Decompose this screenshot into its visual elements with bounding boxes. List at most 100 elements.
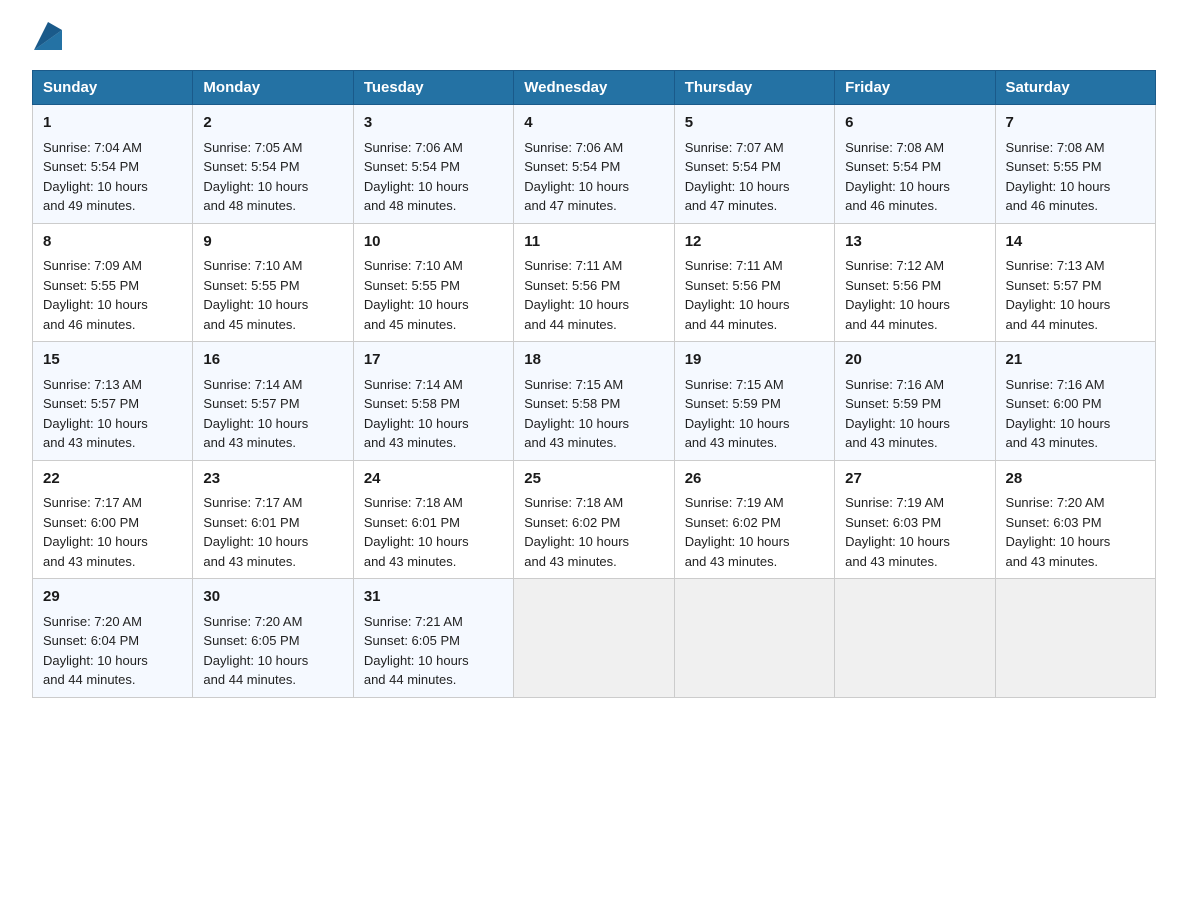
day-number: 14 (1006, 231, 1145, 254)
day-info: Sunrise: 7:08 AMSunset: 5:54 PMDaylight:… (845, 140, 950, 214)
day-info: Sunrise: 7:17 AMSunset: 6:00 PMDaylight:… (43, 495, 148, 569)
calendar-week-row: 29 Sunrise: 7:20 AMSunset: 6:04 PMDaylig… (33, 579, 1156, 698)
day-number: 16 (203, 349, 342, 372)
day-info: Sunrise: 7:19 AMSunset: 6:03 PMDaylight:… (845, 495, 950, 569)
day-number: 5 (685, 112, 824, 135)
calendar-cell (835, 579, 995, 698)
day-number: 12 (685, 231, 824, 254)
day-number: 10 (364, 231, 503, 254)
day-info: Sunrise: 7:19 AMSunset: 6:02 PMDaylight:… (685, 495, 790, 569)
page-header (32, 24, 1156, 52)
calendar-week-row: 1 Sunrise: 7:04 AMSunset: 5:54 PMDayligh… (33, 105, 1156, 224)
day-info: Sunrise: 7:07 AMSunset: 5:54 PMDaylight:… (685, 140, 790, 214)
calendar-cell: 26 Sunrise: 7:19 AMSunset: 6:02 PMDaylig… (674, 460, 834, 579)
day-info: Sunrise: 7:16 AMSunset: 6:00 PMDaylight:… (1006, 377, 1111, 451)
day-info: Sunrise: 7:20 AMSunset: 6:05 PMDaylight:… (203, 614, 308, 688)
day-info: Sunrise: 7:14 AMSunset: 5:57 PMDaylight:… (203, 377, 308, 451)
calendar-cell: 3 Sunrise: 7:06 AMSunset: 5:54 PMDayligh… (353, 105, 513, 224)
day-header-saturday: Saturday (995, 71, 1155, 105)
day-info: Sunrise: 7:14 AMSunset: 5:58 PMDaylight:… (364, 377, 469, 451)
day-info: Sunrise: 7:10 AMSunset: 5:55 PMDaylight:… (364, 258, 469, 332)
calendar-cell: 15 Sunrise: 7:13 AMSunset: 5:57 PMDaylig… (33, 342, 193, 461)
day-info: Sunrise: 7:15 AMSunset: 5:58 PMDaylight:… (524, 377, 629, 451)
day-info: Sunrise: 7:13 AMSunset: 5:57 PMDaylight:… (43, 377, 148, 451)
calendar-cell: 5 Sunrise: 7:07 AMSunset: 5:54 PMDayligh… (674, 105, 834, 224)
day-number: 7 (1006, 112, 1145, 135)
day-number: 11 (524, 231, 663, 254)
day-number: 2 (203, 112, 342, 135)
day-number: 6 (845, 112, 984, 135)
calendar-cell: 4 Sunrise: 7:06 AMSunset: 5:54 PMDayligh… (514, 105, 674, 224)
day-number: 31 (364, 586, 503, 609)
day-info: Sunrise: 7:17 AMSunset: 6:01 PMDaylight:… (203, 495, 308, 569)
calendar-cell: 12 Sunrise: 7:11 AMSunset: 5:56 PMDaylig… (674, 223, 834, 342)
day-number: 30 (203, 586, 342, 609)
calendar-cell: 22 Sunrise: 7:17 AMSunset: 6:00 PMDaylig… (33, 460, 193, 579)
calendar-cell: 7 Sunrise: 7:08 AMSunset: 5:55 PMDayligh… (995, 105, 1155, 224)
day-number: 23 (203, 468, 342, 491)
calendar-cell (995, 579, 1155, 698)
day-number: 13 (845, 231, 984, 254)
calendar-week-row: 15 Sunrise: 7:13 AMSunset: 5:57 PMDaylig… (33, 342, 1156, 461)
days-header-row: SundayMondayTuesdayWednesdayThursdayFrid… (33, 71, 1156, 105)
calendar-week-row: 8 Sunrise: 7:09 AMSunset: 5:55 PMDayligh… (33, 223, 1156, 342)
day-number: 1 (43, 112, 182, 135)
day-info: Sunrise: 7:21 AMSunset: 6:05 PMDaylight:… (364, 614, 469, 688)
day-number: 8 (43, 231, 182, 254)
calendar-cell: 25 Sunrise: 7:18 AMSunset: 6:02 PMDaylig… (514, 460, 674, 579)
day-info: Sunrise: 7:16 AMSunset: 5:59 PMDaylight:… (845, 377, 950, 451)
day-number: 9 (203, 231, 342, 254)
calendar-cell: 23 Sunrise: 7:17 AMSunset: 6:01 PMDaylig… (193, 460, 353, 579)
day-number: 29 (43, 586, 182, 609)
calendar-cell: 8 Sunrise: 7:09 AMSunset: 5:55 PMDayligh… (33, 223, 193, 342)
calendar-cell: 19 Sunrise: 7:15 AMSunset: 5:59 PMDaylig… (674, 342, 834, 461)
calendar-cell: 9 Sunrise: 7:10 AMSunset: 5:55 PMDayligh… (193, 223, 353, 342)
calendar-cell: 13 Sunrise: 7:12 AMSunset: 5:56 PMDaylig… (835, 223, 995, 342)
calendar-cell: 18 Sunrise: 7:15 AMSunset: 5:58 PMDaylig… (514, 342, 674, 461)
day-number: 28 (1006, 468, 1145, 491)
day-info: Sunrise: 7:20 AMSunset: 6:03 PMDaylight:… (1006, 495, 1111, 569)
day-number: 25 (524, 468, 663, 491)
calendar-table: SundayMondayTuesdayWednesdayThursdayFrid… (32, 70, 1156, 698)
calendar-cell: 10 Sunrise: 7:10 AMSunset: 5:55 PMDaylig… (353, 223, 513, 342)
day-number: 26 (685, 468, 824, 491)
calendar-cell: 27 Sunrise: 7:19 AMSunset: 6:03 PMDaylig… (835, 460, 995, 579)
day-number: 18 (524, 349, 663, 372)
day-header-tuesday: Tuesday (353, 71, 513, 105)
day-info: Sunrise: 7:13 AMSunset: 5:57 PMDaylight:… (1006, 258, 1111, 332)
calendar-cell: 1 Sunrise: 7:04 AMSunset: 5:54 PMDayligh… (33, 105, 193, 224)
day-number: 19 (685, 349, 824, 372)
day-number: 22 (43, 468, 182, 491)
day-number: 20 (845, 349, 984, 372)
calendar-cell: 2 Sunrise: 7:05 AMSunset: 5:54 PMDayligh… (193, 105, 353, 224)
calendar-cell: 28 Sunrise: 7:20 AMSunset: 6:03 PMDaylig… (995, 460, 1155, 579)
calendar-cell: 21 Sunrise: 7:16 AMSunset: 6:00 PMDaylig… (995, 342, 1155, 461)
day-header-friday: Friday (835, 71, 995, 105)
day-header-wednesday: Wednesday (514, 71, 674, 105)
day-info: Sunrise: 7:06 AMSunset: 5:54 PMDaylight:… (524, 140, 629, 214)
calendar-cell: 24 Sunrise: 7:18 AMSunset: 6:01 PMDaylig… (353, 460, 513, 579)
day-info: Sunrise: 7:12 AMSunset: 5:56 PMDaylight:… (845, 258, 950, 332)
day-info: Sunrise: 7:06 AMSunset: 5:54 PMDaylight:… (364, 140, 469, 214)
calendar-cell: 31 Sunrise: 7:21 AMSunset: 6:05 PMDaylig… (353, 579, 513, 698)
day-header-monday: Monday (193, 71, 353, 105)
logo (32, 24, 64, 52)
day-header-thursday: Thursday (674, 71, 834, 105)
day-number: 17 (364, 349, 503, 372)
day-number: 27 (845, 468, 984, 491)
day-info: Sunrise: 7:10 AMSunset: 5:55 PMDaylight:… (203, 258, 308, 332)
calendar-week-row: 22 Sunrise: 7:17 AMSunset: 6:00 PMDaylig… (33, 460, 1156, 579)
day-info: Sunrise: 7:05 AMSunset: 5:54 PMDaylight:… (203, 140, 308, 214)
day-info: Sunrise: 7:11 AMSunset: 5:56 PMDaylight:… (685, 258, 790, 332)
day-info: Sunrise: 7:11 AMSunset: 5:56 PMDaylight:… (524, 258, 629, 332)
calendar-cell (674, 579, 834, 698)
day-number: 4 (524, 112, 663, 135)
calendar-cell: 20 Sunrise: 7:16 AMSunset: 5:59 PMDaylig… (835, 342, 995, 461)
day-number: 24 (364, 468, 503, 491)
day-info: Sunrise: 7:18 AMSunset: 6:01 PMDaylight:… (364, 495, 469, 569)
day-header-sunday: Sunday (33, 71, 193, 105)
day-info: Sunrise: 7:20 AMSunset: 6:04 PMDaylight:… (43, 614, 148, 688)
calendar-cell: 30 Sunrise: 7:20 AMSunset: 6:05 PMDaylig… (193, 579, 353, 698)
day-number: 3 (364, 112, 503, 135)
calendar-cell: 11 Sunrise: 7:11 AMSunset: 5:56 PMDaylig… (514, 223, 674, 342)
